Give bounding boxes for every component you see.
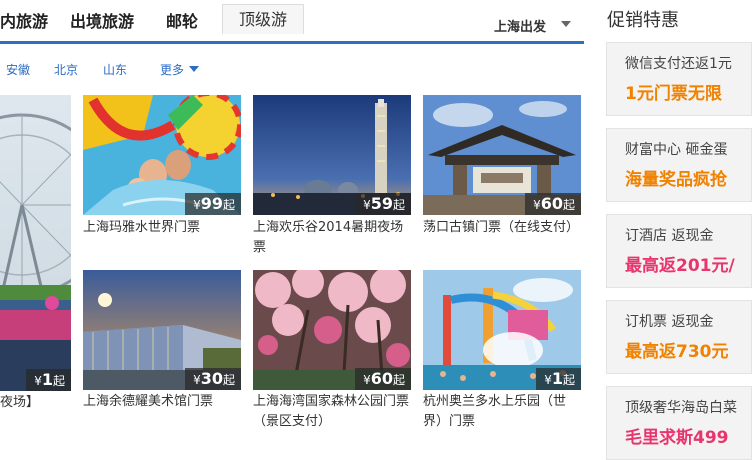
price-tag: ¥1起: [26, 369, 71, 391]
promo-item[interactable]: 订酒店 返现金 最高返201元/: [606, 214, 752, 288]
departure-city-select[interactable]: 上海出发: [494, 16, 546, 35]
product-title[interactable]: 杭州奥兰多水上乐园（世界）门票: [423, 392, 585, 432]
product-card-image[interactable]: ¥30起: [83, 270, 241, 390]
promo-subtitle: 微信支付还返1元: [625, 56, 732, 72]
product-card-image[interactable]: ¥60起: [253, 270, 411, 390]
product-title[interactable]: 荡口古镇门票（在线支付）: [423, 218, 583, 238]
promo-item[interactable]: 微信支付还返1元 1元门票无限: [606, 42, 752, 116]
tab-outbound-travel[interactable]: 出境旅游: [70, 8, 134, 32]
product-card-image[interactable]: ¥60起: [423, 95, 581, 215]
product-title[interactable]: 上海玛雅水世界门票: [83, 218, 243, 238]
price-tag: ¥30起: [185, 368, 241, 390]
product-card-image[interactable]: ¥99起: [83, 95, 241, 215]
promo-item[interactable]: 财富中心 砸金蛋 海量奖品疯抢: [606, 128, 752, 202]
product-title[interactable]: 上海海湾国家森林公园门票（景区支付）: [253, 392, 415, 432]
price-tag: ¥99起: [185, 193, 241, 215]
promo-headline: 海量奖品疯抢: [625, 170, 727, 190]
price-tag: ¥60起: [355, 368, 411, 390]
promo-headline: 1元门票无限: [625, 84, 722, 104]
chevron-down-icon[interactable]: [561, 21, 571, 27]
price-tag: ¥1起: [536, 368, 581, 390]
city-filter-anhui[interactable]: 安徽: [6, 61, 30, 78]
promo-headline: 毛里求斯499: [625, 428, 729, 448]
product-title[interactable]: 上海欢乐谷2014暑期夜场票: [253, 218, 415, 258]
nav-underline: [0, 41, 584, 44]
promo-item[interactable]: 顶级奢华海岛白菜 毛里求斯499: [606, 386, 752, 460]
tab-cruise[interactable]: 邮轮: [166, 8, 198, 32]
product-card-image[interactable]: ¥1起: [423, 270, 581, 390]
promo-subtitle: 财富中心 砸金蛋: [625, 142, 728, 158]
city-filter-more[interactable]: 更多: [160, 61, 184, 78]
ferris-wheel-photo: [0, 95, 71, 391]
chevron-down-icon[interactable]: [189, 66, 199, 72]
promo-subtitle: 顶级奢华海岛白菜: [625, 400, 737, 416]
price-tag: ¥60起: [525, 193, 581, 215]
product-title[interactable]: 上海余德耀美术馆门票: [83, 392, 243, 412]
promotions-heading: 促销特惠: [607, 10, 679, 31]
promo-subtitle: 订机票 返现金: [625, 314, 714, 330]
tab-premium-travel[interactable]: 顶级游: [222, 4, 304, 34]
price-tag: ¥59起: [355, 193, 411, 215]
product-title[interactable]: 夜场】: [0, 393, 71, 413]
promo-subtitle: 订酒店 返现金: [625, 228, 714, 244]
promo-headline: 最高返730元: [625, 342, 729, 362]
city-filter-beijing[interactable]: 北京: [54, 61, 78, 78]
promo-item[interactable]: 订机票 返现金 最高返730元: [606, 300, 752, 374]
city-filter-shandong[interactable]: 山东: [103, 61, 127, 78]
tab-domestic-travel[interactable]: 内旅游: [0, 8, 48, 32]
product-card-image[interactable]: ¥1起: [0, 95, 71, 391]
product-card-image[interactable]: ¥59起: [253, 95, 411, 215]
promo-headline: 最高返201元/: [625, 256, 735, 276]
